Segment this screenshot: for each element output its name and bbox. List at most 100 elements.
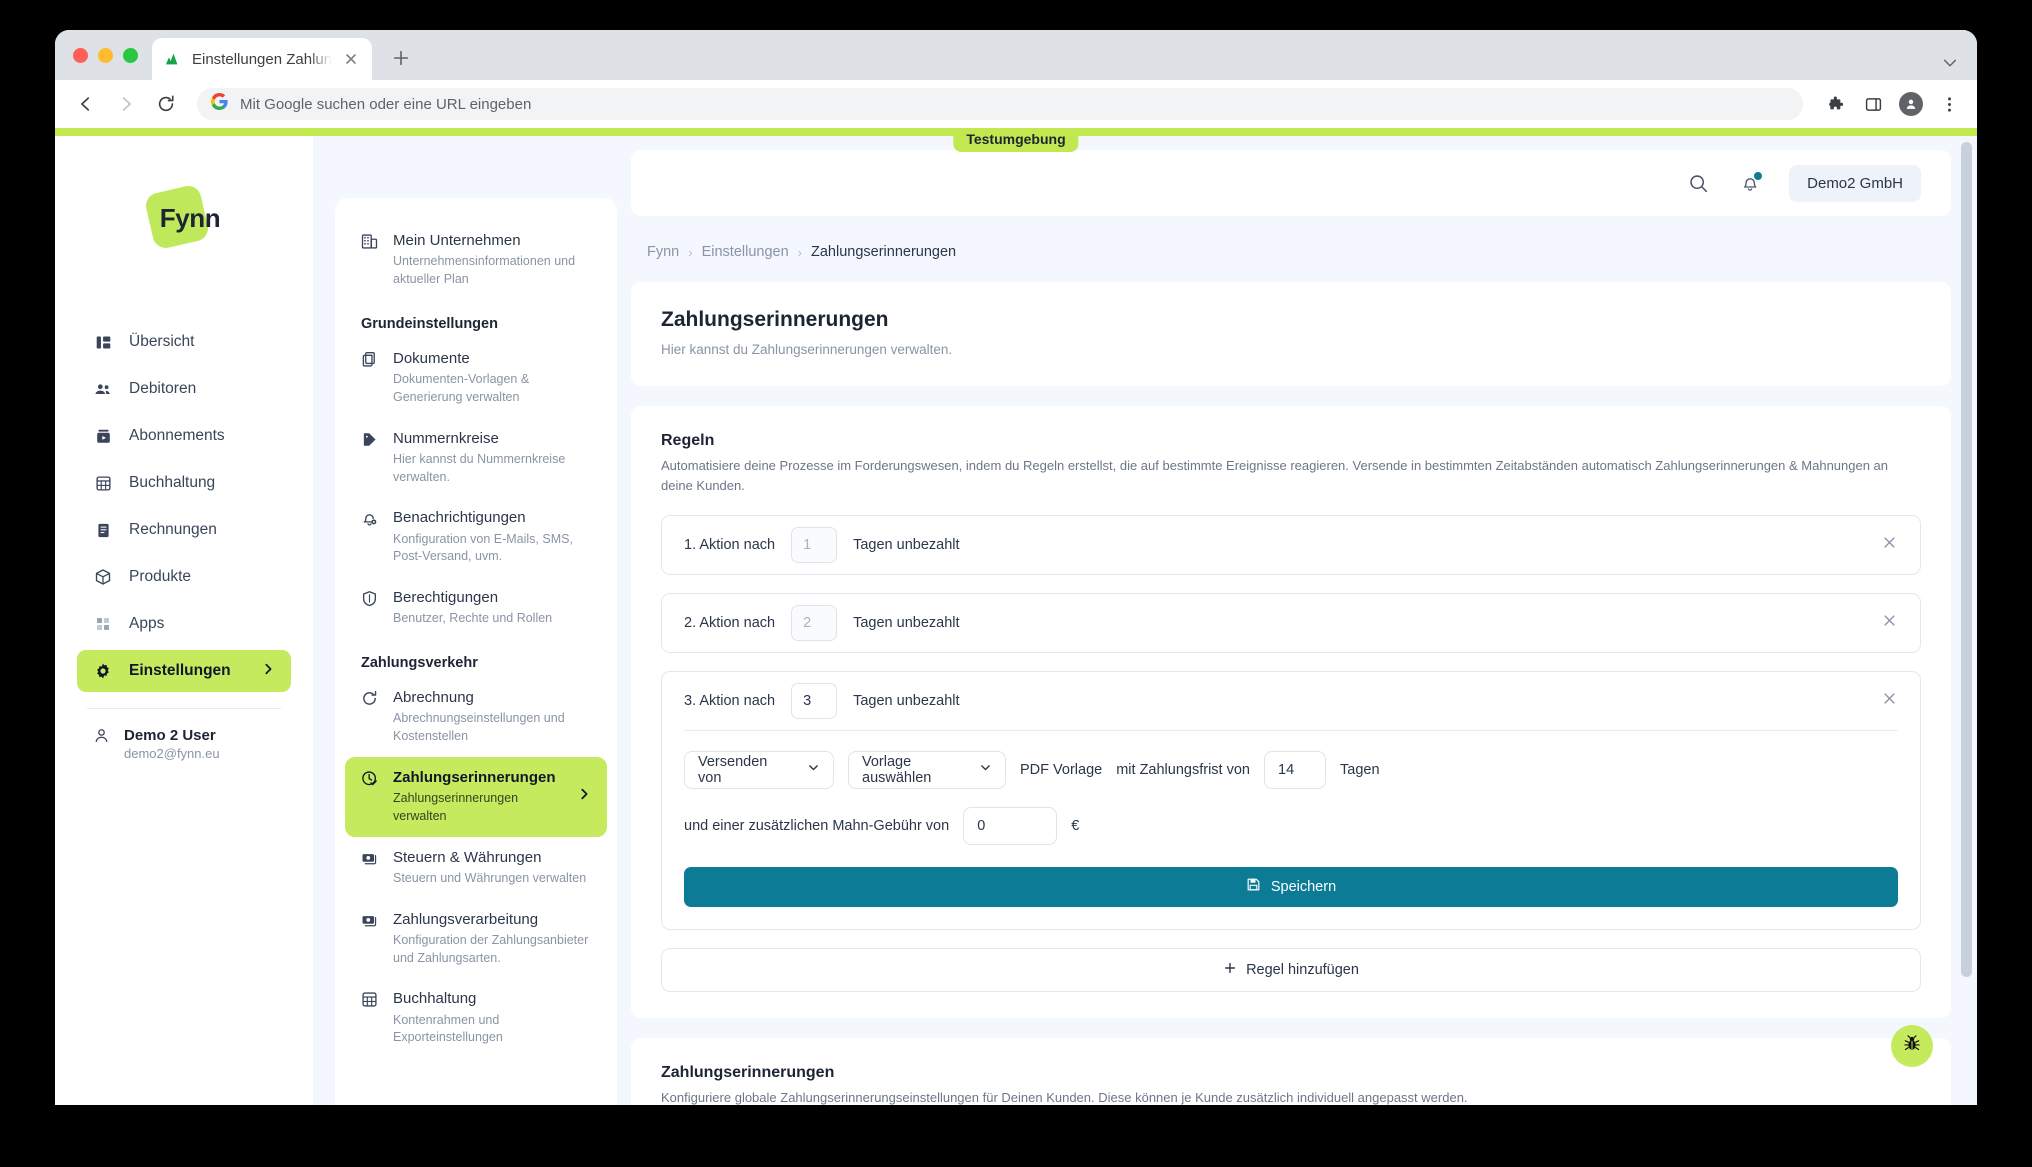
reload-icon[interactable] xyxy=(149,87,183,121)
settings-item-title: Benachrichtigungen xyxy=(393,509,526,527)
sidebar-item-einstellungen[interactable]: Einstellungen xyxy=(77,650,291,692)
settings-submenu-card: Mein Unternehmen Unternehmensinformation… xyxy=(335,198,617,1105)
back-arrow-icon[interactable] xyxy=(69,87,103,121)
settings-item-desc: Benutzer, Rechte und Rollen xyxy=(393,611,553,626)
rule-suffix-label: Tagen unbezahlt xyxy=(853,614,960,631)
sidebar-item-label: Abonnements xyxy=(129,427,225,444)
rule-suffix-label: Tagen unbezahlt xyxy=(853,692,960,709)
settings-item-desc: Konfiguration der Zahlungsanbieter und Z… xyxy=(393,932,589,965)
settings-item-abrechnung[interactable]: Abrechnung Abrechnungseinstellungen und … xyxy=(345,677,607,757)
breadcrumb-item-einstellungen[interactable]: Einstellungen xyxy=(702,244,789,260)
page-scrollbar[interactable] xyxy=(1961,142,1972,1032)
rule-days-input[interactable]: 1 xyxy=(791,526,838,563)
sidebar-item-apps[interactable]: Apps xyxy=(77,603,291,645)
rule-days-input[interactable]: 3 xyxy=(791,682,838,719)
kebab-menu-icon[interactable] xyxy=(1935,90,1963,118)
sidebar-item-rechnungen[interactable]: Rechnungen xyxy=(77,509,291,551)
close-icon[interactable] xyxy=(1881,534,1898,555)
maximize-window-button[interactable] xyxy=(123,47,138,63)
settings-item-desc: Abrechnungseinstellungen und Kostenstell… xyxy=(393,711,565,743)
page-subtitle: Hier kannst du Zahlungserinnerungen verw… xyxy=(661,342,953,357)
bug-report-button[interactable] xyxy=(1891,1025,1933,1067)
global-settings-card: Zahlungserinnerungen Konfiguriere global… xyxy=(631,1037,1951,1105)
app-logo[interactable]: Fynn xyxy=(55,158,313,276)
minimize-window-button[interactable] xyxy=(98,47,113,63)
fynn-logo-icon xyxy=(164,51,182,67)
rule-prefix-label: 1. Aktion nach xyxy=(684,536,776,553)
add-rule-button[interactable]: Regel hinzufügen xyxy=(661,947,1921,992)
fee-input[interactable]: 0 xyxy=(963,806,1058,845)
sidebar-item-label: Einstellungen xyxy=(129,662,231,679)
settings-submenu-panel: Mein Unternehmen Unternehmensinformation… xyxy=(313,128,617,1105)
settings-item-title: Steuern & Währungen xyxy=(393,848,542,866)
sidebar-item-produkte[interactable]: Produkte xyxy=(77,556,291,598)
settings-item-zahlungsverarbeitung[interactable]: Zahlungsverarbeitung Konfiguration der Z… xyxy=(345,899,607,979)
settings-item-zahlungserinnerungen[interactable]: Zahlungserinnerungen Zahlungserinnerunge… xyxy=(345,756,607,837)
rule-header: 2. Aktion nach 2 Tagen unbezahlt xyxy=(684,594,1898,652)
shield-icon xyxy=(361,590,379,608)
settings-item-nummernkreise[interactable]: Nummernkreise Hier kannst du Nummernkrei… xyxy=(345,418,607,498)
sidebar-item-buchhaltung[interactable]: Buchhaltung xyxy=(77,462,291,504)
close-window-button[interactable] xyxy=(73,47,88,63)
organization-chip[interactable]: Demo2 GmbH xyxy=(1789,164,1921,202)
rule-detail: Versenden von Vorlage auswählen PDF Vorl… xyxy=(684,731,1898,929)
side-panel-icon[interactable] xyxy=(1859,90,1887,118)
breadcrumb-item-fynn[interactable]: Fynn xyxy=(647,244,679,260)
settings-item-benachrichtigungen[interactable]: Benachrichtigungen Konfiguration von E-M… xyxy=(345,497,607,577)
content-scroll-area: Fynn › Einstellungen › Zahlungserinnerun… xyxy=(613,216,1977,1105)
send-method-select[interactable]: Versenden von xyxy=(684,750,834,789)
settings-item-desc: Steuern und Währungen verwalten xyxy=(393,870,587,885)
address-bar[interactable]: Mit Google suchen oder eine URL eingeben xyxy=(197,88,1803,120)
settings-item-berechtigungen[interactable]: Berechtigungen Benutzer, Rechte und Roll… xyxy=(345,577,607,639)
sidebar-item-uebersicht[interactable]: Übersicht xyxy=(77,321,291,363)
settings-item-buchhaltung[interactable]: Buchhaltung Kontenrahmen und Exporteinst… xyxy=(345,978,607,1058)
add-rule-label: Regel hinzufügen xyxy=(1246,961,1359,978)
browser-toolbar: Mit Google suchen oder eine URL eingeben xyxy=(55,80,1977,128)
fee-label: und einer zusätzlichen Mahn-Gebühr von xyxy=(684,817,950,834)
sidebar-item-abonnements[interactable]: Abonnements xyxy=(77,415,291,457)
calculator-icon xyxy=(361,991,379,1009)
browser-tab[interactable]: Einstellungen Zahlungserinnerun xyxy=(152,38,372,80)
address-bar-input[interactable]: Mit Google suchen oder eine URL eingeben xyxy=(240,96,531,113)
close-icon[interactable] xyxy=(1881,690,1898,711)
global-section-title: Zahlungserinnerungen xyxy=(661,1063,835,1081)
main-column: Demo2 GmbH Fynn › Einstellungen › Zahlun… xyxy=(613,128,1977,1105)
new-tab-button[interactable] xyxy=(384,41,418,75)
rules-section-title: Regeln xyxy=(661,432,715,450)
settings-item-dokumente[interactable]: Dokumente Dokumenten-Vorlagen & Generier… xyxy=(345,338,607,418)
deadline-days-input[interactable]: 14 xyxy=(1264,750,1326,789)
settings-item-mein-unternehmen[interactable]: Mein Unternehmen Unternehmensinformation… xyxy=(345,220,607,300)
sidebar-item-label: Übersicht xyxy=(129,333,195,350)
rule-days-input[interactable]: 2 xyxy=(791,604,838,641)
browser-tab-title: Einstellungen Zahlungserinnerun xyxy=(192,50,332,68)
bell-icon[interactable] xyxy=(1737,170,1763,196)
breadcrumb-separator: › xyxy=(688,244,693,260)
tabstrip-menu-button[interactable] xyxy=(1941,54,1977,80)
settings-item-desc: Zahlungserinnerungen verwalten xyxy=(393,791,519,823)
browser-window: Einstellungen Zahlungserinnerun xyxy=(55,30,1977,1105)
save-icon xyxy=(1246,877,1261,896)
scrollbar-thumb[interactable] xyxy=(1961,142,1972,977)
documents-icon xyxy=(361,351,379,369)
sidebar-item-debitoren[interactable]: Debitoren xyxy=(77,368,291,410)
sidebar-user-name: Demo 2 User xyxy=(124,727,216,744)
settings-item-title: Mein Unternehmen xyxy=(393,232,521,249)
pdf-template-label: PDF Vorlage xyxy=(1020,761,1103,778)
close-icon[interactable] xyxy=(1881,612,1898,633)
template-select[interactable]: Vorlage auswählen xyxy=(848,750,1006,789)
settings-item-steuern-waehrungen[interactable]: Steuern & Währungen Steuern und Währunge… xyxy=(345,837,607,899)
sidebar-user-block[interactable]: Demo 2 User demo2@fynn.eu xyxy=(55,709,313,761)
deadline-label: mit Zahlungsfrist von xyxy=(1116,761,1250,778)
gear-icon xyxy=(93,661,113,681)
search-icon[interactable] xyxy=(1685,170,1711,196)
close-tab-icon[interactable] xyxy=(342,50,360,68)
puzzle-icon[interactable] xyxy=(1821,90,1849,118)
rule-header: 1. Aktion nach 1 Tagen unbezahlt xyxy=(684,516,1898,574)
profile-avatar-icon[interactable] xyxy=(1897,90,1925,118)
user-icon xyxy=(93,727,110,749)
save-button[interactable]: Speichern xyxy=(684,866,1898,907)
forward-arrow-icon[interactable] xyxy=(109,87,143,121)
sidebar-item-label: Buchhaltung xyxy=(129,474,216,491)
grid-icon xyxy=(93,614,113,634)
page-title: Zahlungserinnerungen xyxy=(661,308,889,331)
